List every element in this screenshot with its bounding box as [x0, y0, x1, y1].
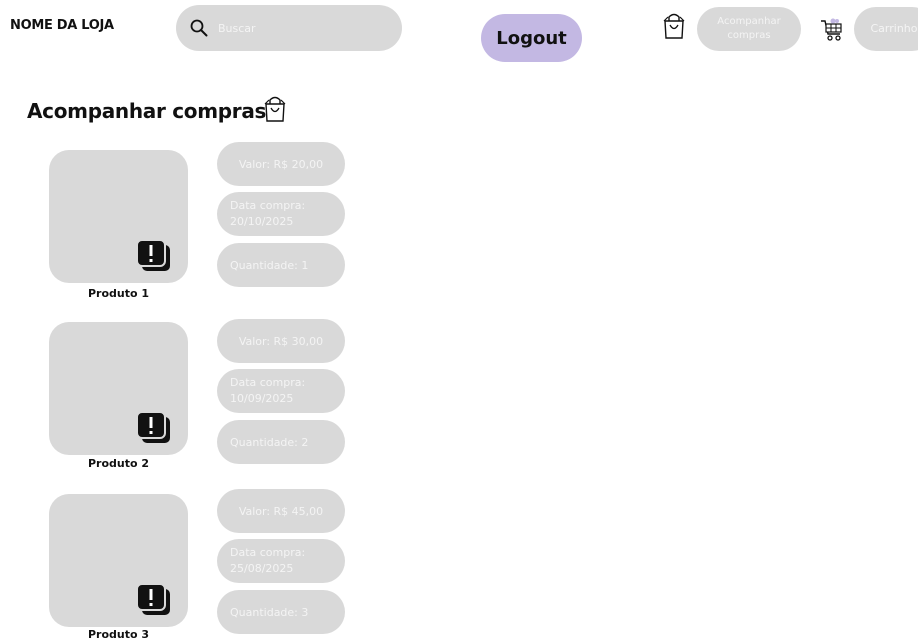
shopping-bag-icon	[264, 96, 286, 122]
product-name: Produto 3	[87, 628, 150, 641]
order-date-value: 20/10/2025	[230, 215, 294, 228]
alert-icon[interactable]	[136, 583, 172, 617]
order-date-value: 10/09/2025	[230, 392, 294, 405]
search-bar[interactable]	[176, 5, 402, 51]
order-date: Data compra: 10/09/2025	[217, 369, 345, 413]
product-name: Produto 1	[87, 287, 150, 300]
product-image[interactable]	[49, 150, 188, 283]
shopping-cart-icon[interactable]	[820, 18, 844, 42]
search-icon	[190, 19, 208, 37]
order-value: Valor: R$ 30,00	[217, 319, 345, 363]
product-name: Produto 2	[87, 457, 150, 470]
page-title: Acompanhar compras:	[27, 99, 274, 123]
order-value: Valor: R$ 20,00	[217, 142, 345, 186]
store-name: NOME DA LOJA	[10, 18, 114, 33]
alert-icon[interactable]	[136, 239, 172, 273]
order-date-label: Data compra:	[230, 546, 306, 560]
order-date: Data compra: 25/08/2025	[217, 539, 345, 583]
order-date-label: Data compra:	[230, 376, 306, 390]
order-value: Valor: R$ 45,00	[217, 489, 345, 533]
order-quantity: Quantidade: 3	[217, 590, 345, 634]
order-quantity: Quantidade: 1	[217, 243, 345, 287]
nav-cart-button[interactable]: Carrinho	[854, 7, 918, 51]
order-quantity: Quantidade: 2	[217, 420, 345, 464]
product-image[interactable]	[49, 494, 188, 627]
alert-icon[interactable]	[136, 411, 172, 445]
order-date-label: Data compra:	[230, 199, 306, 213]
order-date-value: 25/08/2025	[230, 562, 294, 575]
search-input[interactable]	[216, 20, 390, 36]
order-date: Data compra: 20/10/2025	[217, 192, 345, 236]
logout-button[interactable]: Logout	[481, 14, 582, 62]
shopping-bag-icon[interactable]	[662, 12, 686, 40]
product-image[interactable]	[49, 322, 188, 455]
nav-track-orders-button[interactable]: Acompanhar compras	[697, 7, 801, 51]
